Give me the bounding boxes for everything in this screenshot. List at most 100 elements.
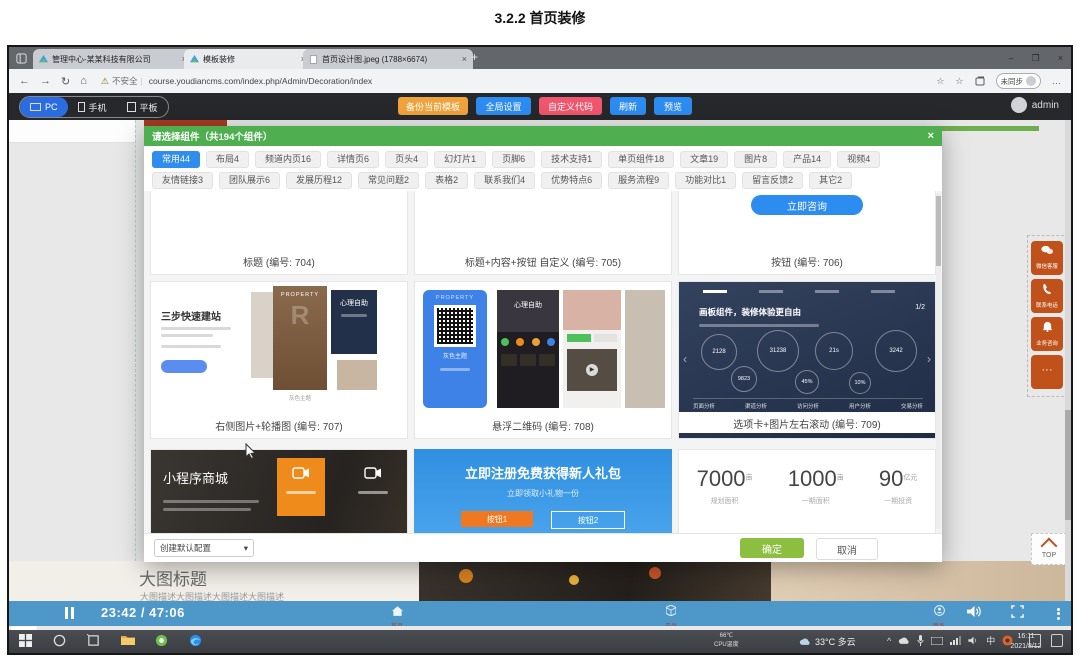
- more-contacts-button[interactable]: ···: [1031, 355, 1063, 389]
- taskbar-clock[interactable]: 16:11 2021/8/12: [1001, 632, 1051, 651]
- tray-expand-icon[interactable]: ^: [887, 636, 891, 646]
- chevron-left-icon[interactable]: ‹: [683, 352, 687, 366]
- confirm-button[interactable]: 确定: [740, 538, 804, 558]
- modal-scrollbar[interactable]: [936, 193, 941, 529]
- browser-menu-icon[interactable]: …: [1052, 76, 1061, 86]
- player-menu-icon[interactable]: [1057, 606, 1060, 621]
- browser-tab-admin-center[interactable]: 管理中心-某某科技有限公司 ×: [33, 49, 193, 69]
- wall-photo: [771, 561, 1071, 601]
- component-card-704[interactable]: 标题 (编号: 704): [150, 191, 408, 275]
- forward-icon[interactable]: →: [40, 75, 51, 87]
- fullscreen-icon[interactable]: [1011, 605, 1024, 618]
- device-pc-button[interactable]: PC: [20, 97, 68, 117]
- custom-code-button[interactable]: 自定义代码: [539, 97, 602, 115]
- favorites-add-icon[interactable]: ☆: [936, 76, 944, 87]
- preview-button[interactable]: 预览: [654, 97, 692, 115]
- business-consult-button[interactable]: 业务咨询: [1031, 317, 1063, 351]
- category-tab[interactable]: 布局4: [206, 151, 249, 168]
- device-tablet-button[interactable]: 平板: [117, 97, 168, 117]
- category-tab[interactable]: 常用44: [152, 151, 200, 168]
- notes-icon[interactable]: [1029, 634, 1041, 647]
- network-signal-icon[interactable]: [950, 636, 961, 645]
- category-tab[interactable]: 团队展示6: [219, 172, 280, 189]
- window-close-button[interactable]: ×: [1058, 53, 1063, 63]
- onedrive-icon[interactable]: [898, 636, 910, 645]
- favorites-icon[interactable]: ☆: [955, 76, 963, 87]
- file-explorer-icon[interactable]: [121, 634, 135, 646]
- category-tab[interactable]: 功能对比1: [675, 172, 736, 189]
- window-menu-icon[interactable]: [16, 53, 27, 64]
- security-indicator[interactable]: ⚠ 不安全 |: [101, 75, 143, 87]
- browser-tab-decoration[interactable]: 模板装修 ×: [184, 49, 312, 69]
- category-tab[interactable]: 频道内页16: [255, 151, 321, 168]
- cancel-button[interactable]: 取消: [816, 538, 878, 560]
- browser-tab-design-image[interactable]: 首页设计图.jpeg (1788×6674) ×: [303, 49, 473, 69]
- component-card-707[interactable]: 三步快速建站 PROPERTY R 心理自助 灰色主题: [150, 281, 408, 439]
- mic-icon[interactable]: [917, 635, 924, 646]
- category-tab[interactable]: 视频4: [837, 151, 880, 168]
- category-tab[interactable]: 联系我们4: [474, 172, 535, 189]
- category-tab[interactable]: 常见问题2: [358, 172, 419, 189]
- home-icon[interactable]: ⌂: [80, 75, 87, 87]
- edge-icon[interactable]: [189, 634, 202, 647]
- wechat-service-button[interactable]: 微信客服: [1031, 241, 1063, 275]
- window-minimize-button[interactable]: –: [1009, 53, 1014, 63]
- new-tab-button[interactable]: +: [471, 50, 478, 64]
- backup-template-button[interactable]: 备份当前模板: [398, 97, 468, 115]
- component-card-705[interactable]: 标题+内容+按钮 自定义 (编号: 705): [414, 191, 672, 275]
- component-card-709[interactable]: 画板组件，装修体验更自由 1/2 ‹ › 2128 31238 21s 3242…: [678, 281, 936, 439]
- category-tab[interactable]: 页脚6: [492, 151, 535, 168]
- window-restore-button[interactable]: ❐: [1032, 53, 1040, 64]
- modal-close-icon[interactable]: ×: [928, 130, 934, 142]
- notification-center-icon[interactable]: [1051, 634, 1063, 647]
- keyboard-icon[interactable]: [931, 637, 943, 645]
- category-tab[interactable]: 图片8: [734, 151, 777, 168]
- category-tab[interactable]: 单页组件18: [608, 151, 674, 168]
- global-settings-button[interactable]: 全局设置: [476, 97, 531, 115]
- contact-phone-button[interactable]: 联系电话: [1031, 279, 1063, 313]
- browser-360-icon[interactable]: [155, 634, 168, 647]
- device-mobile-button[interactable]: 手机: [68, 97, 117, 117]
- category-tab[interactable]: 其它2: [809, 172, 852, 189]
- windows-start-icon[interactable]: [19, 634, 32, 647]
- pause-button[interactable]: [65, 607, 77, 619]
- tray-volume-icon[interactable]: [968, 636, 979, 645]
- cpu-temp-widget[interactable]: 66℃ CPU温度: [714, 632, 739, 650]
- category-tab[interactable]: 表格2: [425, 172, 468, 189]
- category-tab[interactable]: 产品14: [783, 151, 831, 168]
- url-text[interactable]: course.youdiancms.com/index.php/Admin/De…: [149, 76, 372, 86]
- category-tab[interactable]: 文章19: [680, 151, 728, 168]
- admin-account[interactable]: admin: [1011, 97, 1059, 113]
- component-card-register-banner[interactable]: 立即注册免费获得新人礼包 立即领取小礼物一份 按钮1 按钮2: [414, 449, 672, 533]
- back-icon[interactable]: ←: [19, 75, 30, 87]
- search-icon[interactable]: [53, 634, 66, 647]
- back-to-top-button[interactable]: TOP: [1031, 533, 1067, 565]
- default-config-dropdown[interactable]: 创建默认配置 ▾: [154, 539, 254, 557]
- component-card-708[interactable]: PROPERTY 灰色主题 心理自助: [414, 281, 672, 439]
- tab-close-icon[interactable]: ×: [462, 54, 467, 64]
- chevron-right-icon[interactable]: ›: [927, 352, 931, 366]
- category-tab[interactable]: 详情页6: [327, 151, 379, 168]
- profile-pill[interactable]: 未同步: [996, 73, 1042, 89]
- page-scrollbar[interactable]: [1065, 120, 1071, 601]
- collections-icon[interactable]: [975, 76, 985, 86]
- category-tab[interactable]: 友情链接3: [152, 172, 213, 189]
- category-tab[interactable]: 幻灯片1: [434, 151, 486, 168]
- volume-icon[interactable]: [967, 605, 982, 618]
- category-tab[interactable]: 服务流程9: [608, 172, 669, 189]
- component-card-706[interactable]: 立即咨询 按钮 (编号: 706): [678, 191, 936, 275]
- ime-indicator[interactable]: 中: [986, 634, 995, 647]
- component-label: 标题+内容+按钮 自定义 (编号: 705): [415, 254, 671, 269]
- component-card-mini-shop[interactable]: 小程序商城: [150, 449, 408, 533]
- category-tab[interactable]: 发展历程12: [286, 172, 352, 189]
- refresh-icon[interactable]: ↻: [61, 75, 70, 88]
- category-tab[interactable]: 留言反馈2: [742, 172, 803, 189]
- refresh-page-button[interactable]: 刷新: [610, 97, 646, 115]
- category-tab[interactable]: 技术支持1: [541, 151, 602, 168]
- component-card-number-stats[interactable]: 7000亩 规划面积 1000亩 一期面积 90亿元 一期投资: [678, 449, 936, 533]
- weather-widget[interactable]: 33°C 多云: [799, 635, 856, 648]
- category-tab[interactable]: 页头4: [385, 151, 428, 168]
- modal-title: 请选择组件（共194个组件）: [152, 129, 272, 143]
- task-view-icon[interactable]: [87, 634, 100, 647]
- category-tab[interactable]: 优势特点6: [541, 172, 602, 189]
